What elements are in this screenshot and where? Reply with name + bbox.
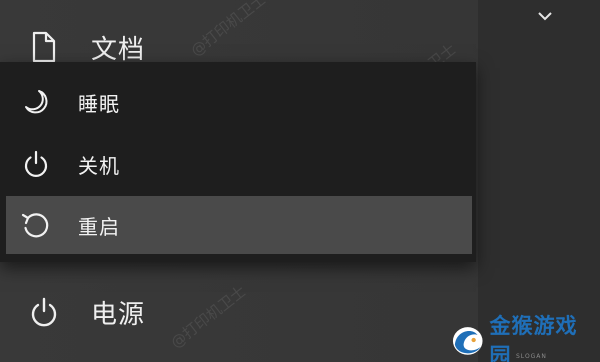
watermark: @打印机卫士 — [187, 0, 270, 60]
power-icon — [6, 136, 66, 192]
logo-slogan: SLOGAN — [516, 353, 547, 360]
documents-item[interactable]: 文档 — [24, 27, 145, 67]
restart-label: 重启 — [78, 214, 120, 239]
power-item[interactable]: 电源 — [24, 292, 145, 332]
monkey-logo-icon — [452, 327, 483, 355]
chevron-down-icon[interactable] — [536, 9, 554, 23]
documents-label: 文档 — [91, 34, 146, 65]
sleep-menu-item[interactable]: 睡眠 — [6, 74, 472, 130]
shutdown-label: 关机 — [78, 153, 120, 178]
sleep-label: 睡眠 — [78, 91, 120, 116]
document-icon — [24, 27, 64, 67]
power-label: 电源 — [91, 299, 146, 330]
site-logo: 金猴游戏园 SLOGAN — [448, 314, 598, 362]
watermark: @打印机卫士 — [167, 282, 250, 352]
restart-icon — [6, 197, 66, 253]
start-menu-screen: @打印机卫士 @打印机卫士 @打印机卫士 @打印机卫士 @打印机卫士 文档 睡眠 — [0, 0, 600, 362]
restart-menu-item[interactable]: 重启 — [6, 196, 472, 254]
right-pane — [478, 0, 600, 362]
moon-icon — [6, 74, 66, 130]
power-flyout-menu: 睡眠 关机 重启 — [0, 62, 476, 262]
power-icon — [24, 292, 64, 332]
shutdown-menu-item[interactable]: 关机 — [6, 136, 472, 192]
